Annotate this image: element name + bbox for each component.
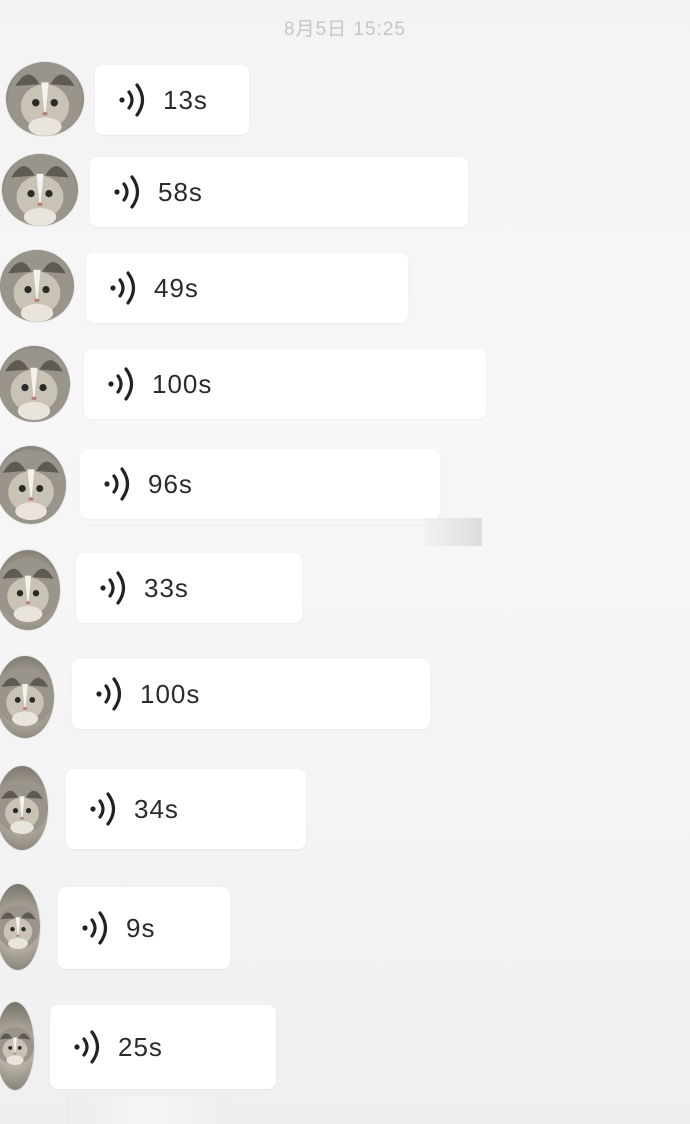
cat-avatar-icon (0, 782, 48, 834)
voice-bubble[interactable]: 9s (58, 887, 230, 969)
voice-wave-icon (94, 674, 128, 714)
voice-duration: 100s (140, 678, 201, 709)
voice-bubble[interactable]: 34s (66, 769, 306, 849)
avatar[interactable] (6, 62, 84, 136)
voice-wave-icon (108, 268, 142, 308)
cat-avatar-icon (0, 905, 40, 949)
voice-wave-icon (112, 172, 146, 212)
cat-avatar-icon (0, 1027, 34, 1065)
voice-duration: 96s (148, 468, 193, 499)
avatar[interactable] (0, 766, 48, 850)
avatar[interactable] (0, 446, 66, 524)
voice-bubble[interactable]: 100s (72, 659, 430, 729)
blur-patch (66, 1096, 226, 1124)
voice-bubble[interactable]: 25s (50, 1005, 276, 1089)
voice-duration: 9s (126, 912, 156, 943)
voice-duration: 49s (154, 272, 199, 303)
voice-duration: 58s (158, 176, 203, 207)
voice-wave-icon (88, 789, 122, 829)
voice-wave-icon (98, 568, 132, 608)
voice-duration: 13s (163, 84, 208, 115)
voice-bubble[interactable]: 96s (80, 449, 440, 519)
voice-duration: 34s (134, 793, 179, 824)
avatar[interactable] (0, 656, 54, 738)
voice-bubble[interactable]: 13s (95, 65, 249, 135)
voice-duration: 100s (152, 368, 213, 399)
avatar[interactable] (0, 346, 70, 422)
voice-bubble[interactable]: 49s (86, 253, 408, 323)
cat-avatar-icon (0, 668, 54, 726)
voice-duration: 33s (144, 572, 189, 603)
avatar[interactable] (0, 1002, 34, 1090)
voice-bubble[interactable]: 33s (76, 553, 302, 623)
cat-avatar-icon (1, 250, 73, 322)
voice-wave-icon (80, 908, 114, 948)
cat-avatar-icon (4, 154, 76, 226)
cat-avatar-icon (0, 558, 60, 622)
avatar[interactable] (0, 884, 40, 970)
blur-patch (424, 518, 482, 546)
voice-bubble[interactable]: 100s (84, 349, 486, 419)
avatar[interactable] (0, 250, 74, 322)
voice-wave-icon (117, 80, 151, 120)
voice-duration: 25s (118, 1031, 163, 1062)
cat-avatar-icon (0, 348, 70, 420)
avatar[interactable] (2, 154, 78, 226)
avatar[interactable] (0, 550, 60, 630)
voice-wave-icon (106, 364, 140, 404)
cat-avatar-icon (0, 450, 66, 520)
voice-wave-icon (102, 464, 136, 504)
message-timestamp: 8月5日 15:25 (284, 19, 406, 40)
voice-bubble[interactable]: 58s (90, 157, 468, 227)
voice-wave-icon (72, 1027, 106, 1067)
cat-avatar-icon (8, 62, 82, 136)
